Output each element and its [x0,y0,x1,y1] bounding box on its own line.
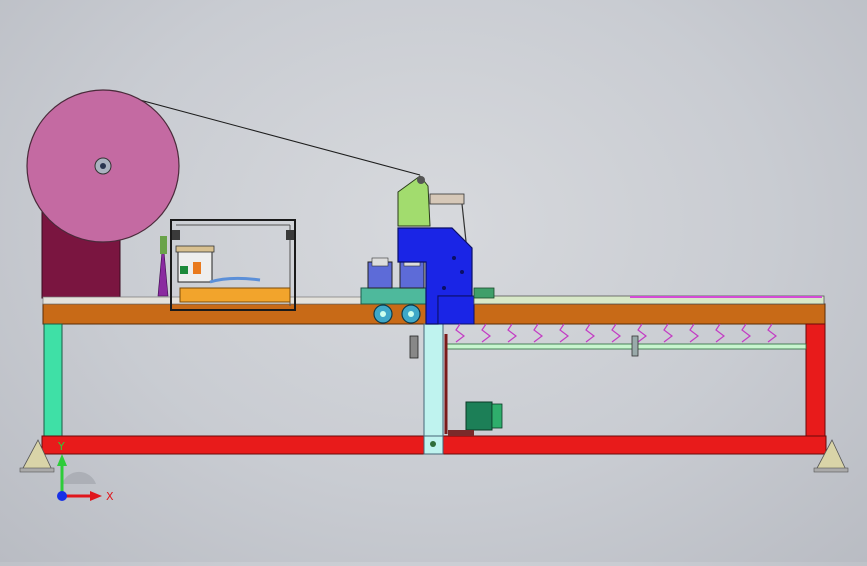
gripper [715,323,725,343]
housing-lower [437,295,475,325]
middle-leg[interactable] [423,323,444,437]
spool-hub-center [100,163,106,169]
right-leg[interactable] [805,323,826,437]
feed-roll-base[interactable] [360,287,436,305]
motor-mount [448,430,474,436]
drive-motor[interactable] [465,401,493,431]
shaft-coupling [631,335,639,357]
left-pulley[interactable] [409,335,419,359]
middle-leg-bolt [430,441,436,447]
gripper [767,323,777,343]
gripper [663,323,673,343]
press-unit-top [175,245,215,253]
feed-tube [209,276,261,284]
nozzle-holder [160,236,167,254]
left-leg[interactable] [43,323,63,437]
drive-shaft[interactable] [445,343,807,350]
drive-gear-right-hub [408,311,414,317]
dancer-arm[interactable] [397,175,431,227]
triad-x-label: X [106,490,114,503]
dancer-pulley [417,176,425,184]
drive-motor-end [491,403,503,429]
gripper-row[interactable] [455,323,777,343]
right-foot-plate [813,467,849,473]
gripper [559,323,569,343]
nozzle-cone [157,251,169,297]
housing-bolt-3 [442,286,446,290]
drive-gear-left-hub [380,311,386,317]
triad-z-origin [57,491,67,501]
gripper [533,323,543,343]
orange-tray[interactable] [179,287,291,303]
triad-y-arrow [57,454,67,466]
triad-y-label: Y [57,440,65,453]
conveyor-end-block [473,287,495,299]
housing-bolt-2 [460,270,464,274]
machine-assembly-model[interactable] [0,0,867,562]
tension-bracket [429,193,465,205]
gripper [455,323,465,343]
gripper [637,323,647,343]
coordinate-triad-icon: Y X [57,440,114,503]
gripper [507,323,517,343]
gripper [689,323,699,343]
press-unit-green [180,266,188,274]
press-unit-indicator [193,262,201,274]
gripper [585,323,595,343]
cad-viewport[interactable]: Y X [0,0,867,562]
gripper [611,323,621,343]
gripper [741,323,751,343]
guard-corner-block-2 [172,230,180,240]
guard-corner-block [286,230,294,240]
triad-x-arrow [90,491,102,501]
triad-arc [62,471,96,484]
housing-bolt-1 [452,256,456,260]
feed-roll-left-cap [371,257,389,267]
gripper [481,323,491,343]
